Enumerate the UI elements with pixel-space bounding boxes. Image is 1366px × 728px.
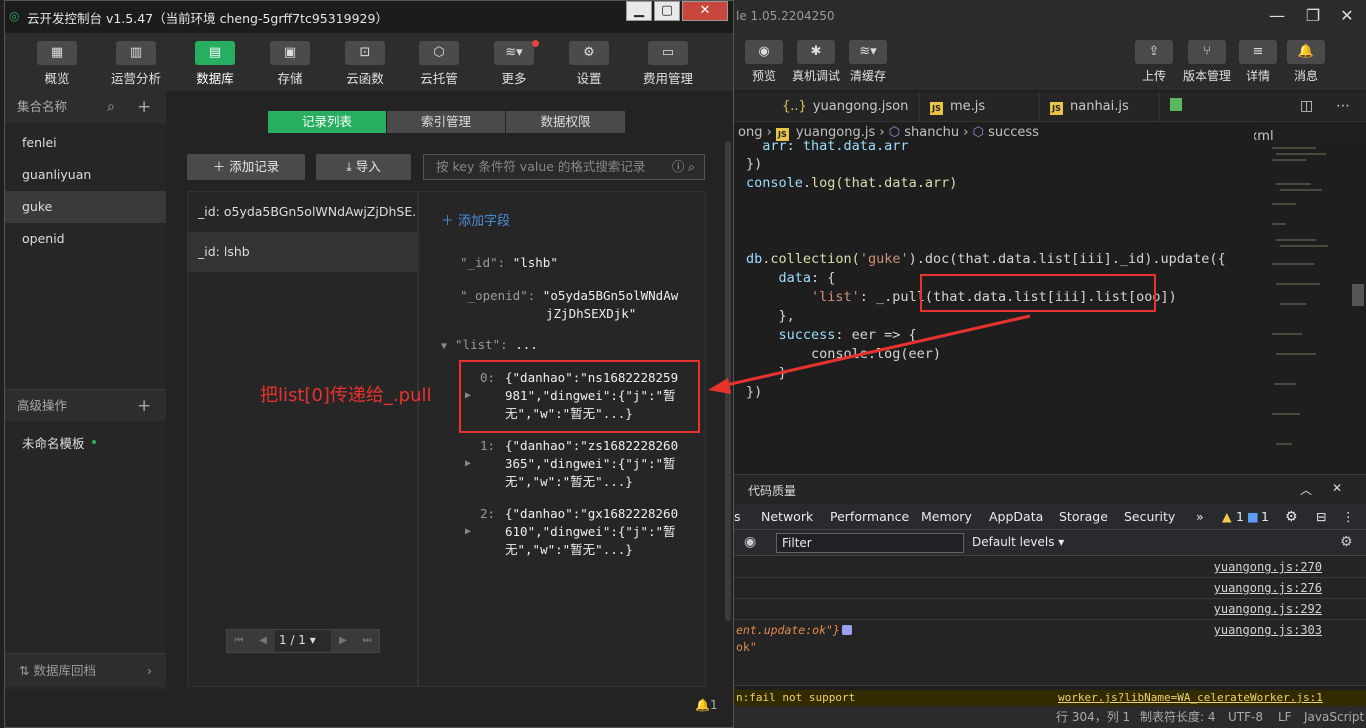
annotation-arrow	[708, 314, 1031, 394]
